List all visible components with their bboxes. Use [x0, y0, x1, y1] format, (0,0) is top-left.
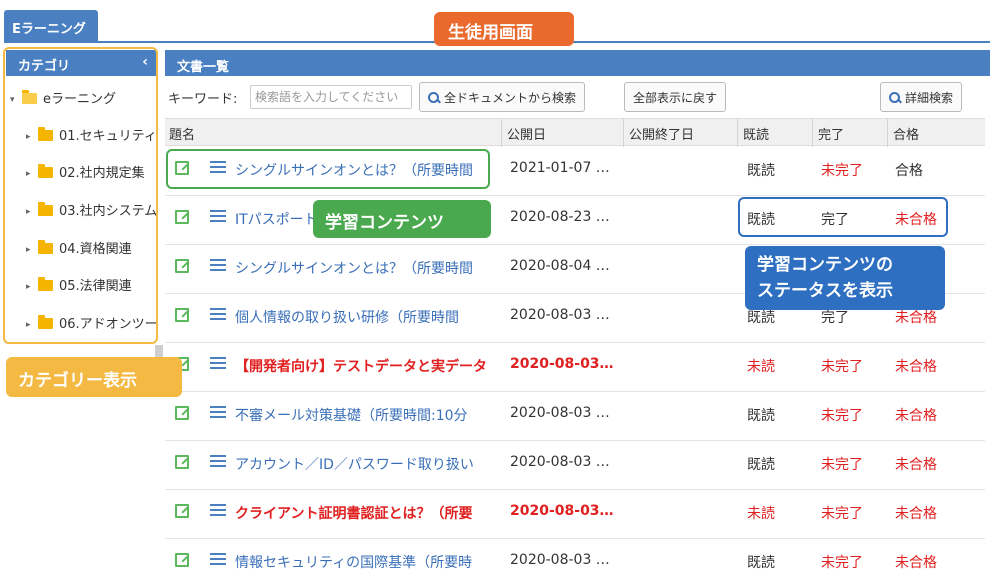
student-screen-callout: 生徒用画面	[434, 12, 574, 46]
table-row[interactable]: 不審メール対策基礎（所要時間:10分 2020-08-03 … 既読 未完了 未合格	[165, 392, 985, 441]
publish-date: 2020-08-23 …	[510, 209, 610, 225]
pass-status: 未合格	[895, 457, 937, 473]
search-icon	[889, 91, 900, 103]
column-divider	[812, 119, 813, 147]
pass-status: 未合格	[895, 310, 937, 326]
status-highlight-frame	[738, 197, 948, 237]
table-row[interactable]: 情報セキュリティの国際基準（所要時 2020-08-03 … 既読 未完了 未合格	[165, 539, 985, 574]
document-title-link[interactable]: 個人情報の取り扱い研修（所要時間	[235, 307, 495, 327]
pass-status: 未合格	[895, 506, 937, 522]
publish-date: 2021-01-07 …	[510, 160, 610, 176]
publish-date: 2020-08-03 …	[510, 405, 610, 421]
pass-status: 未合格	[895, 359, 937, 375]
pass-status: 未合格	[895, 408, 937, 424]
pass-status: 未合格	[895, 555, 937, 571]
list-icon[interactable]	[210, 209, 226, 223]
complete-status: 完了	[821, 310, 849, 326]
document-title-link[interactable]: 不審メール対策基礎（所要時間:10分	[235, 405, 495, 425]
status-callout-line2: ステータスを表示	[757, 281, 893, 301]
column-divider	[623, 119, 624, 147]
column-divider	[737, 119, 738, 147]
advanced-search-label: 詳細検索	[905, 90, 954, 105]
table-row[interactable]: クライアント証明書認証とは？（所要 2020-08-03… 未読 未完了 未合格	[165, 490, 985, 539]
complete-status: 未完了	[821, 457, 863, 473]
publish-date: 2020-08-03 …	[510, 307, 610, 323]
read-status: 未読	[747, 506, 775, 522]
open-external-icon[interactable]	[175, 504, 189, 518]
document-title-link[interactable]: シングルサインオンとは？（所要時間	[235, 258, 495, 278]
show-all-label: 全部表示に戻す	[633, 90, 718, 105]
table-header: 題名 公開日 公開終了日 既読 完了 合格	[165, 118, 985, 147]
search-all-button[interactable]: 全ドキュメントから検索	[419, 82, 586, 112]
search-icon	[428, 91, 439, 103]
complete-status: 未完了	[821, 555, 863, 571]
status-callout-line1: 学習コンテンツの	[757, 255, 893, 275]
column-complete[interactable]: 完了	[818, 124, 844, 143]
category-highlight-frame	[3, 47, 158, 344]
column-read[interactable]: 既読	[743, 124, 769, 143]
list-icon[interactable]	[210, 552, 226, 566]
column-title[interactable]: 題名	[169, 124, 195, 143]
learning-content-callout: 学習コンテンツ	[313, 200, 491, 238]
document-title-link[interactable]: クライアント証明書認証とは？（所要	[235, 503, 495, 523]
status-display-callout: 学習コンテンツの ステータスを表示	[745, 246, 945, 310]
open-external-icon[interactable]	[175, 406, 189, 420]
list-icon[interactable]	[210, 356, 226, 370]
keyword-label: キーワード:	[168, 92, 238, 107]
keyword-input[interactable]	[250, 85, 412, 109]
column-divider	[887, 119, 888, 147]
publish-date: 2020-08-04 …	[510, 258, 610, 274]
app-tab[interactable]: Eラーニング	[4, 10, 98, 42]
open-external-icon[interactable]	[175, 210, 189, 224]
column-publish-date[interactable]: 公開日	[507, 124, 546, 143]
column-end-date[interactable]: 公開終了日	[629, 124, 694, 143]
column-pass[interactable]: 合格	[893, 124, 919, 143]
table-row[interactable]: アカウント／ID／パスワード取り扱い 2020-08-03 … 既読 未完了 未合格	[165, 441, 985, 490]
publish-date: 2020-08-03 …	[510, 454, 610, 470]
list-icon[interactable]	[210, 503, 226, 517]
list-icon[interactable]	[210, 454, 226, 468]
complete-status: 未完了	[821, 163, 863, 179]
list-icon[interactable]	[210, 258, 226, 272]
read-status: 未読	[747, 359, 775, 375]
publish-date: 2020-08-03…	[510, 356, 614, 372]
open-external-icon[interactable]	[175, 259, 189, 273]
complete-status: 未完了	[821, 408, 863, 424]
pass-status: 合格	[895, 163, 923, 179]
read-status: 既読	[747, 310, 775, 326]
document-list-header: 文書一覧	[165, 50, 990, 76]
open-external-icon[interactable]	[175, 553, 189, 567]
read-status: 既読	[747, 408, 775, 424]
search-all-label: 全ドキュメントから検索	[444, 90, 577, 105]
complete-status: 未完了	[821, 359, 863, 375]
publish-date: 2020-08-03…	[510, 503, 614, 519]
document-title-link[interactable]: アカウント／ID／パスワード取り扱い	[235, 454, 495, 474]
list-icon[interactable]	[210, 307, 226, 321]
read-status: 既読	[747, 163, 775, 179]
advanced-search-button[interactable]: 詳細検索	[880, 82, 963, 112]
table-row[interactable]: 【開発者向け】テストデータと実データ 2020-08-03… 未読 未完了 未合格	[165, 343, 985, 392]
complete-status: 未完了	[821, 506, 863, 522]
category-display-callout: カテゴリー表示	[6, 357, 182, 397]
open-external-icon[interactable]	[175, 308, 189, 322]
document-title-link[interactable]: 【開発者向け】テストデータと実データ	[235, 356, 495, 376]
read-status: 既読	[747, 555, 775, 571]
read-status: 既読	[747, 457, 775, 473]
content-highlight-frame	[166, 149, 490, 189]
publish-date: 2020-08-03 …	[510, 552, 610, 568]
column-divider	[501, 119, 502, 147]
show-all-button[interactable]: 全部表示に戻す	[624, 82, 727, 112]
document-title-link[interactable]: 情報セキュリティの国際基準（所要時	[235, 552, 495, 572]
list-icon[interactable]	[210, 405, 226, 419]
open-external-icon[interactable]	[175, 455, 189, 469]
